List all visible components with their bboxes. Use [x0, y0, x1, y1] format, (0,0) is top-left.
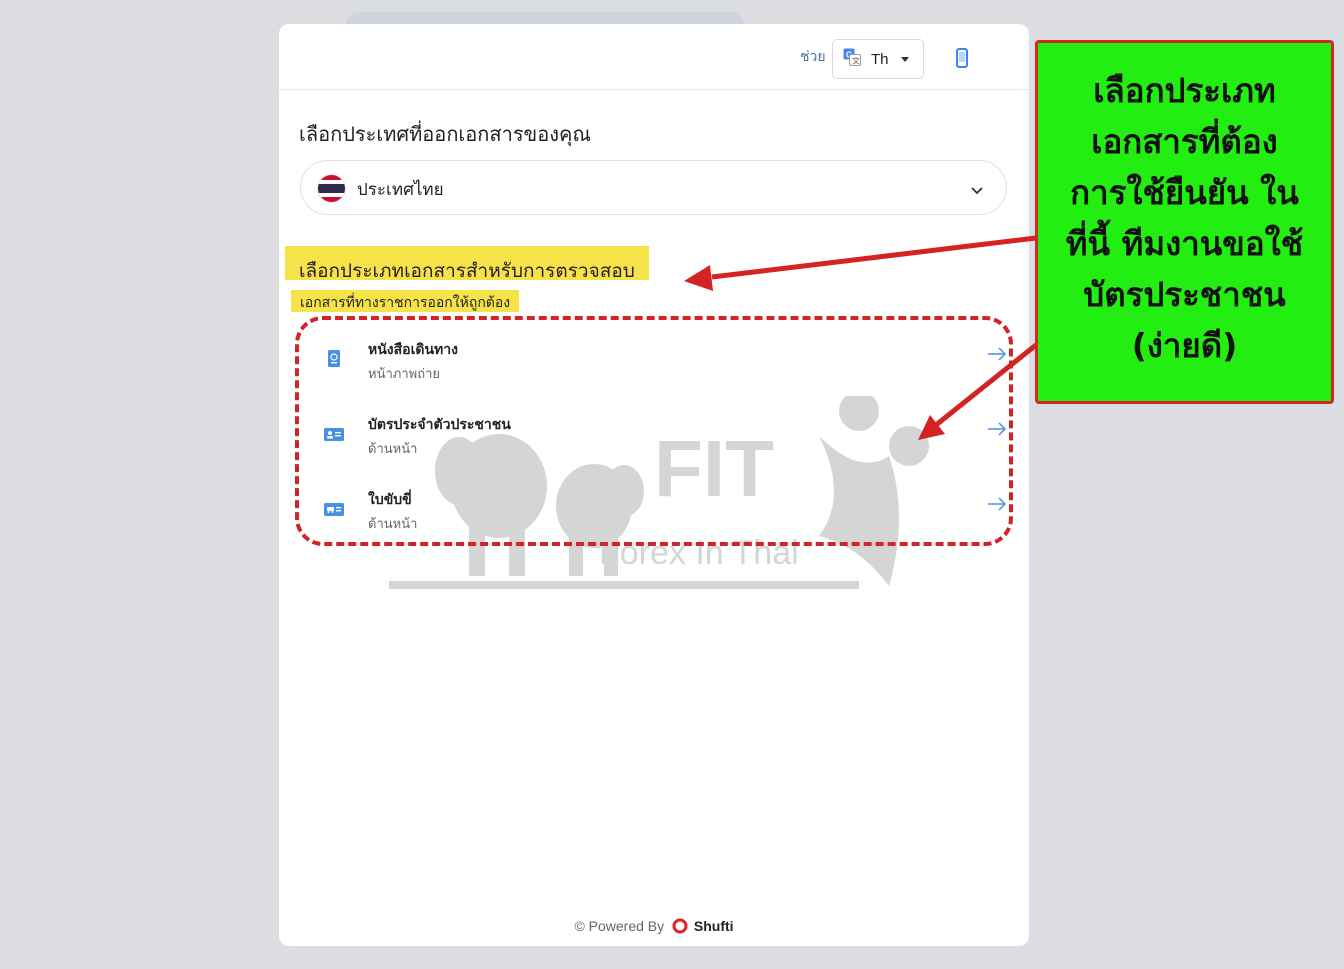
country-section-title: เลือกประเทศที่ออกเอกสารของคุณ — [299, 122, 591, 146]
shufti-logo-icon — [672, 918, 688, 937]
document-option-label: หนังสือเดินทาง — [368, 342, 458, 358]
caret-down-icon — [901, 57, 909, 62]
document-option-sub: หน้าภาพถ่าย — [368, 367, 440, 382]
document-option-label: บัตรประจำตัวประชาชน — [368, 417, 511, 433]
country-value: ประเทศไทย — [357, 180, 444, 200]
callout-line: การใช้ยืนยัน ใน — [1070, 173, 1299, 212]
callout-line: เลือกประเภท — [1093, 71, 1276, 110]
document-type-subtitle: เอกสารที่ทางราชการออกให้ถูกต้อง — [291, 290, 520, 312]
brand-name: Shufti — [693, 918, 734, 934]
arrow-right-icon — [987, 346, 1007, 366]
language-value: Th — [871, 50, 889, 68]
driving-license-icon — [323, 498, 345, 524]
arrow-right-icon — [987, 496, 1007, 516]
arrow-right-icon — [987, 421, 1007, 441]
document-option-sub: ด้านหน้า — [368, 442, 418, 457]
chevron-down-icon — [970, 181, 984, 200]
callout-line: ที่นี้ ทีมงานขอใช้ — [1065, 224, 1304, 263]
annotation-callout: เลือกประเภท เอกสารที่ต้อง การใช้ยืนยัน ใ… — [1035, 40, 1334, 404]
mobile-phone-icon[interactable] — [956, 48, 968, 72]
document-option-passport[interactable]: หนังสือเดินทาง หน้าภาพถ่าย — [309, 339, 1009, 401]
callout-line: บัตรประชาชน — [1083, 275, 1286, 314]
passport-icon — [323, 348, 345, 374]
translate-icon: G 文 — [843, 48, 861, 70]
document-type-title: เลือกประเภทเอกสารสำหรับการตรวจสอบ — [285, 246, 649, 282]
help-link[interactable]: ช่วย — [800, 46, 826, 68]
powered-by-text: © Powered By — [574, 918, 665, 934]
country-select[interactable]: ประเทศไทย — [300, 160, 1007, 215]
footer: © Powered By Shufti — [279, 918, 1029, 937]
callout-line: เอกสารที่ต้อง — [1091, 122, 1278, 161]
top-bar: ช่วย G 文 Th — [279, 24, 1029, 90]
document-option-sub: ด้านหน้า — [368, 517, 418, 532]
document-option-driving-license[interactable]: ใบขับขี่ ด้านหน้า — [309, 489, 1009, 551]
document-option-id-card[interactable]: บัตรประจำตัวประชาชน ด้านหน้า — [309, 414, 1009, 476]
thailand-flag-icon — [318, 175, 345, 202]
callout-line: (ง่ายดี) — [1131, 326, 1238, 365]
document-option-label: ใบขับขี่ — [368, 492, 412, 508]
id-card-icon — [323, 423, 345, 449]
language-select[interactable]: G 文 Th — [832, 39, 924, 79]
svg-text:文: 文 — [852, 56, 860, 66]
verification-card: ช่วย G 文 Th เลือกประเทศที่ออกเอกสารของคุ… — [279, 24, 1029, 946]
